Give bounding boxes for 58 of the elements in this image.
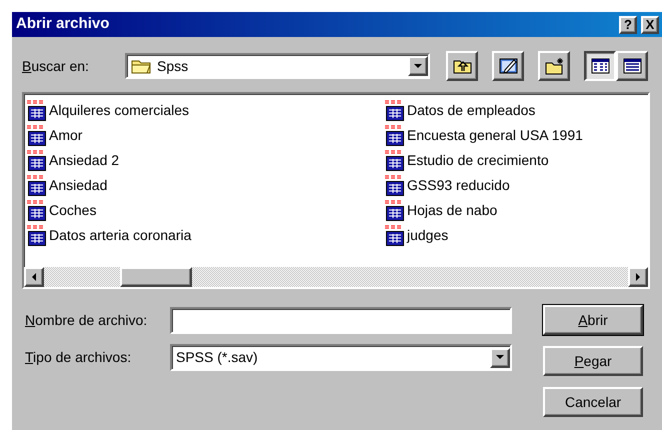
file-name[interactable]: GSS93 reducido	[407, 175, 510, 196]
scroll-left-button[interactable]	[24, 267, 44, 287]
file-name[interactable]: Estudio de crecimiento	[407, 150, 549, 171]
file-name[interactable]: Hojas de nabo	[407, 200, 498, 221]
data-file-icon	[384, 100, 406, 122]
dialog-button[interactable]: Cancelar	[543, 387, 643, 417]
up-folder-button[interactable]	[446, 51, 478, 81]
look-in-label: Buscar en:	[22, 56, 90, 76]
right-arrow-icon	[636, 273, 640, 281]
dialog-button[interactable]: Abrir	[543, 305, 643, 335]
data-file-icon	[384, 224, 406, 246]
list-view-button[interactable]	[584, 51, 616, 81]
file-type-dropdown[interactable]: SPSS (*.sav)	[170, 344, 512, 371]
file-name[interactable]: Datos arteria coronaria	[49, 225, 192, 246]
details-view-button[interactable]	[616, 51, 648, 81]
folder-icon	[131, 58, 153, 74]
file-name[interactable]: Coches	[49, 200, 96, 221]
dialog-button[interactable]: Pegar	[543, 346, 643, 376]
data-file-icon	[26, 150, 48, 172]
file-type-label: Tipo de archivos:	[25, 348, 132, 367]
file-name[interactable]: Ansiedad 2	[49, 150, 120, 171]
dropdown-button[interactable]	[408, 56, 428, 76]
scroll-thumb[interactable]	[120, 267, 192, 287]
list-view-icon	[590, 57, 610, 75]
data-file-icon	[384, 200, 406, 222]
file-name-field[interactable]	[170, 307, 512, 334]
file-name[interactable]: Datos de empleados	[407, 100, 536, 121]
data-file-icon	[384, 174, 406, 196]
look-in-value: Spss	[157, 56, 188, 76]
look-in-dropdown[interactable]: Spss	[125, 53, 430, 79]
left-arrow-icon	[32, 273, 36, 281]
close-button[interactable]: X	[641, 16, 659, 34]
file-name[interactable]: Alquileres comerciales	[49, 100, 190, 121]
data-file-icon	[26, 224, 48, 246]
file-name[interactable]: Encuesta general USA 1991	[407, 125, 583, 146]
data-file-icon	[26, 100, 48, 122]
data-file-icon	[26, 174, 48, 196]
new-folder-icon	[544, 57, 564, 75]
details-view-icon	[622, 57, 642, 75]
caret-icon	[414, 64, 422, 68]
data-file-icon	[384, 124, 406, 146]
desktop-button[interactable]	[492, 51, 524, 81]
help-button[interactable]: ?	[619, 16, 637, 34]
data-file-icon	[26, 124, 48, 146]
scroll-right-button[interactable]	[628, 267, 648, 287]
horizontal-scrollbar[interactable]	[24, 267, 648, 287]
file-name[interactable]: Amor	[49, 125, 82, 146]
file-name[interactable]: judges	[407, 225, 448, 246]
data-file-icon	[26, 200, 48, 222]
file-name-label: Nombre de archivo:	[25, 311, 148, 330]
window-title: Abrir archivo	[16, 14, 110, 34]
caret-icon	[496, 355, 504, 360]
data-file-icon	[384, 150, 406, 172]
pencil-icon	[498, 57, 518, 75]
file-name[interactable]: Ansiedad	[49, 175, 108, 196]
dropdown-button[interactable]	[490, 348, 510, 368]
file-type-value: SPSS (*.sav)	[176, 348, 258, 367]
new-folder-button[interactable]	[538, 51, 570, 81]
